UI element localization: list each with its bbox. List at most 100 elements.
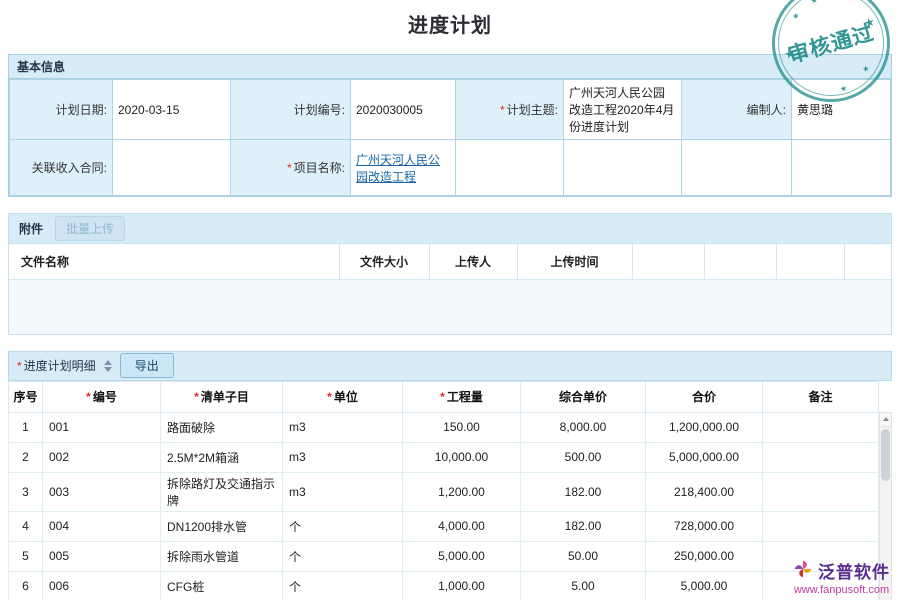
table-row[interactable]: 6006CFG桩个1,000.005.005,000.00 bbox=[9, 571, 879, 600]
label-text: 项目名称: bbox=[294, 161, 345, 175]
table-row[interactable]: 20022.5M*2M箱涵m310,000.00500.005,000,000.… bbox=[9, 442, 879, 472]
required-marker: * bbox=[500, 103, 505, 117]
cell: 002 bbox=[43, 442, 161, 472]
column-header: 合价 bbox=[646, 381, 763, 412]
cell: m3 bbox=[283, 442, 403, 472]
basic-info-form: 计划日期: 2020-03-15 计划编号: 2020030005 *计划主题:… bbox=[9, 79, 891, 196]
empty-cell bbox=[682, 140, 792, 196]
basic-info-title: 基本信息 bbox=[17, 58, 65, 75]
cell bbox=[763, 412, 879, 442]
cell: 250,000.00 bbox=[646, 541, 763, 571]
cell: m3 bbox=[283, 412, 403, 442]
cell: 4,000.00 bbox=[403, 511, 521, 541]
table-row[interactable]: 5005拆除雨水管道个5,000.0050.00250,000.00 bbox=[9, 541, 879, 571]
cell bbox=[763, 442, 879, 472]
attachments-title: 附件 bbox=[19, 220, 43, 237]
cell: 182.00 bbox=[521, 511, 646, 541]
column-header-empty bbox=[844, 244, 891, 279]
plan-subject-label: *计划主题: bbox=[456, 80, 564, 140]
cell: 1,200.00 bbox=[403, 472, 521, 511]
details-title: *进度计划明细 bbox=[17, 357, 96, 374]
scrollbar-thumb[interactable] bbox=[881, 429, 890, 481]
column-header: *单位 bbox=[283, 381, 403, 412]
required-marker: * bbox=[86, 390, 91, 404]
sort-icon[interactable] bbox=[104, 360, 112, 372]
plan-no-label: 计划编号: bbox=[231, 80, 351, 140]
attachments-empty-body bbox=[9, 280, 891, 334]
basic-info-section: 基本信息 计划日期: 2020-03-15 计划编号: 2020030005 *… bbox=[8, 54, 892, 197]
attachments-header-row: 文件名称 文件大小 上传人 上传时间 bbox=[9, 244, 891, 279]
cell: 2.5M*2M箱涵 bbox=[161, 442, 283, 472]
column-header: 序号 bbox=[9, 381, 43, 412]
column-header-empty bbox=[704, 244, 776, 279]
cell: 006 bbox=[43, 571, 161, 600]
cell: CFG桩 bbox=[161, 571, 283, 600]
star-icon bbox=[810, 0, 819, 6]
column-header: 上传时间 bbox=[517, 244, 632, 279]
cell: 150.00 bbox=[403, 412, 521, 442]
cell bbox=[763, 472, 879, 511]
details-table: 序号*编号*清单子目*单位*工程量综合单价合价备注 1001路面破除m3150.… bbox=[8, 381, 879, 600]
plan-subject-value: 广州天河人民公园改造工程2020年4月份进度计划 bbox=[564, 80, 682, 140]
cell: 5.00 bbox=[521, 571, 646, 600]
cell: 005 bbox=[43, 541, 161, 571]
cell: 5,000.00 bbox=[403, 541, 521, 571]
table-row[interactable]: 3003拆除路灯及交通指示牌m31,200.00182.00218,400.00 bbox=[9, 472, 879, 511]
cell: 5 bbox=[9, 541, 43, 571]
details-table-wrap: 序号*编号*清单子目*单位*工程量综合单价合价备注 1001路面破除m3150.… bbox=[8, 381, 892, 600]
column-header: *编号 bbox=[43, 381, 161, 412]
star-icon bbox=[862, 14, 876, 30]
vendor-name: 泛普软件 bbox=[818, 558, 890, 583]
cell: 182.00 bbox=[521, 472, 646, 511]
cell: 2 bbox=[9, 442, 43, 472]
cell: 个 bbox=[283, 541, 403, 571]
cell: 5,000,000.00 bbox=[646, 442, 763, 472]
cell: 6 bbox=[9, 571, 43, 600]
scroll-up-arrow-icon[interactable] bbox=[880, 413, 891, 427]
export-button[interactable]: 导出 bbox=[120, 353, 174, 378]
column-header: 文件名称 bbox=[9, 244, 339, 279]
batch-upload-button[interactable]: 批量上传 bbox=[55, 216, 125, 241]
cell: 3 bbox=[9, 472, 43, 511]
cell bbox=[763, 511, 879, 541]
label-text: 计划日期: bbox=[56, 103, 107, 117]
plan-date-label: 计划日期: bbox=[10, 80, 113, 140]
project-name-link[interactable]: 广州天河人民公园改造工程 bbox=[356, 153, 440, 184]
column-header-empty bbox=[776, 244, 844, 279]
required-marker: * bbox=[327, 390, 332, 404]
cell: 728,000.00 bbox=[646, 511, 763, 541]
empty-cell bbox=[456, 140, 564, 196]
cell: 拆除路灯及交通指示牌 bbox=[161, 472, 283, 511]
details-header: *进度计划明细 导出 bbox=[8, 351, 892, 381]
table-row[interactable]: 1001路面破除m3150.008,000.001,200,000.00 bbox=[9, 412, 879, 442]
cell: 500.00 bbox=[521, 442, 646, 472]
cell: 004 bbox=[43, 511, 161, 541]
star-icon bbox=[791, 11, 800, 22]
cell: 1 bbox=[9, 412, 43, 442]
required-marker: * bbox=[17, 359, 22, 373]
attachments-table: 文件名称 文件大小 上传人 上传时间 bbox=[9, 244, 891, 280]
cell: 218,400.00 bbox=[646, 472, 763, 511]
details-header-row: 序号*编号*清单子目*单位*工程量综合单价合价备注 bbox=[9, 381, 879, 412]
creator-label: 编制人: bbox=[682, 80, 792, 140]
label-text: 进度计划明细 bbox=[24, 359, 96, 373]
column-header-empty bbox=[632, 244, 704, 279]
vendor-logo: 泛普软件 www.fanpusoft.com bbox=[793, 558, 890, 596]
page-title: 进度计划 bbox=[0, 0, 900, 38]
column-header: 综合单价 bbox=[521, 381, 646, 412]
cell: m3 bbox=[283, 472, 403, 511]
cell: 5,000.00 bbox=[646, 571, 763, 600]
label-text: 计划编号: bbox=[294, 103, 345, 117]
plan-no-value: 2020030005 bbox=[351, 80, 456, 140]
project-name-cell: 广州天河人民公园改造工程 bbox=[351, 140, 456, 196]
cell: DN1200排水管 bbox=[161, 511, 283, 541]
table-row[interactable]: 4004DN1200排水管个4,000.00182.00728,000.00 bbox=[9, 511, 879, 541]
column-header: *工程量 bbox=[403, 381, 521, 412]
pinwheel-logo-icon bbox=[793, 559, 813, 582]
cell: 10,000.00 bbox=[403, 442, 521, 472]
cell: 003 bbox=[43, 472, 161, 511]
star-icon bbox=[783, 46, 797, 62]
star-icon bbox=[861, 64, 870, 75]
vendor-url[interactable]: www.fanpusoft.com bbox=[793, 584, 890, 596]
cell: 50.00 bbox=[521, 541, 646, 571]
